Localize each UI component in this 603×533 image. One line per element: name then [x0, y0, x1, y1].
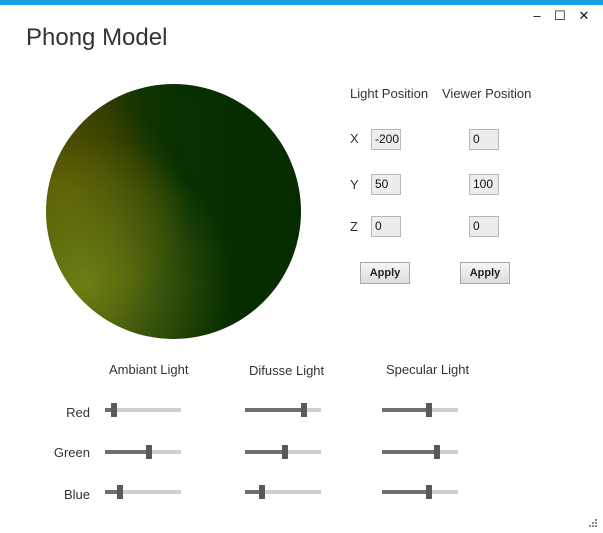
slider-thumb[interactable] [426, 485, 432, 499]
light-x-input[interactable]: -200 [371, 129, 401, 150]
diffuse-blue-slider[interactable] [245, 485, 321, 499]
viewer-position-header: Viewer Position [442, 86, 532, 101]
slider-fill [105, 450, 149, 454]
slider-thumb[interactable] [146, 445, 152, 459]
viewer-z-input[interactable]: 0 [469, 216, 499, 237]
viewer-x-input[interactable]: 0 [469, 129, 499, 150]
slider-thumb[interactable] [117, 485, 123, 499]
diffuse-light-header: Difusse Light [249, 363, 325, 378]
diffuse-red-slider[interactable] [245, 403, 321, 417]
apply-viewer-button[interactable]: Apply [460, 262, 510, 284]
slider-thumb[interactable] [301, 403, 307, 417]
minimize-button[interactable]: – [527, 7, 547, 25]
light-position-header: Light Position [350, 86, 429, 101]
slider-thumb[interactable] [434, 445, 440, 459]
slider-thumb[interactable] [111, 403, 117, 417]
ambient-green-slider[interactable] [105, 445, 181, 459]
resize-grip-icon[interactable] [589, 519, 597, 527]
light-y-input[interactable]: 50 [371, 174, 401, 195]
specular-light-header: Specular Light [386, 362, 470, 377]
ambient-light-header: Ambiant Light [109, 362, 189, 377]
maximize-button[interactable]: ☐ [550, 7, 570, 25]
slider-thumb[interactable] [426, 403, 432, 417]
slider-fill [245, 408, 304, 412]
slider-fill [382, 450, 437, 454]
specular-blue-slider[interactable] [382, 485, 458, 499]
slider-fill [382, 408, 429, 412]
slider-fill [382, 490, 429, 494]
row-label-blue: Blue [63, 487, 90, 502]
specular-red-slider[interactable] [382, 403, 458, 417]
row-label-green: Green [53, 445, 90, 460]
window-accent-bar [0, 0, 603, 5]
phong-sphere-render [46, 84, 301, 339]
slider-fill [245, 450, 285, 454]
slider-thumb[interactable] [259, 485, 265, 499]
close-button[interactable]: ✕ [574, 7, 594, 25]
axis-label-x: X [350, 131, 359, 146]
ambient-blue-slider[interactable] [105, 485, 181, 499]
ambient-red-slider[interactable] [105, 403, 181, 417]
viewer-y-input[interactable]: 100 [469, 174, 499, 195]
window-title: Phong Model [26, 24, 168, 51]
row-label-red: Red [66, 405, 90, 420]
axis-label-y: Y [350, 177, 359, 192]
apply-light-button[interactable]: Apply [360, 262, 410, 284]
light-z-input[interactable]: 0 [371, 216, 401, 237]
diffuse-green-slider[interactable] [245, 445, 321, 459]
specular-green-slider[interactable] [382, 445, 458, 459]
axis-label-z: Z [350, 219, 358, 234]
slider-thumb[interactable] [282, 445, 288, 459]
